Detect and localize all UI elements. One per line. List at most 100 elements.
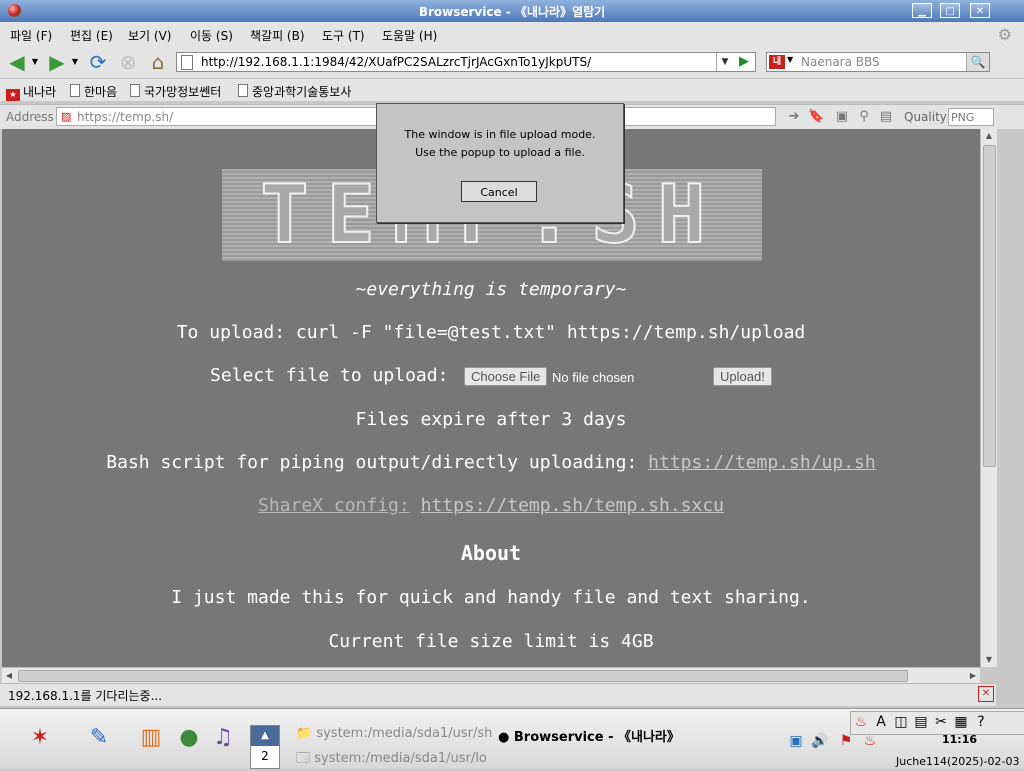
quality-select[interactable]: PNG [948, 108, 994, 126]
address-label: Address [6, 110, 54, 124]
title-bar[interactable]: Browservice - 《내나라》열람기 ▁ □ ✕ [0, 0, 1024, 22]
start-menu-star-icon[interactable]: ✶ [10, 723, 70, 753]
dialog-message-line1: The window is in file upload mode. [404, 128, 596, 141]
search-placeholder: Naenara BBS [801, 55, 880, 69]
clock[interactable]: 11:16 [942, 733, 977, 746]
tray-notes-icon[interactable]: ▤ [911, 712, 931, 732]
menu-go[interactable]: 이동 (S) [190, 27, 233, 44]
forward-arrow-icon[interactable]: ▶ [46, 51, 68, 73]
pager-desktop-number[interactable]: 2 [251, 746, 279, 766]
url-history-dropdown[interactable]: ▼ [716, 53, 733, 71]
file-upload-dialog: The window is in file upload mode. Use t… [376, 103, 624, 223]
tray-ime-icon[interactable]: ◫ [891, 712, 911, 732]
menu-help[interactable]: 도움말 (H) [382, 27, 437, 44]
tagline: ~everything is temporary~ [355, 279, 627, 300]
find-icon[interactable]: ▣ [834, 109, 850, 125]
window-title: Browservice - 《내나라》열람기 [418, 5, 606, 19]
scroll-up-icon[interactable]: ▲ [981, 129, 997, 143]
go-arrow-icon[interactable]: ▶ [735, 53, 753, 71]
bookmark-national-network[interactable]: 국가망정보쎈터 [130, 83, 221, 100]
page-icon [70, 84, 80, 97]
maximize-button[interactable]: □ [940, 3, 960, 18]
minimize-button[interactable]: ▁ [912, 3, 932, 18]
forward-history-dropdown[interactable]: ▼ [70, 51, 80, 73]
search-engine-icon[interactable]: 내 [769, 55, 785, 69]
bookmark-science-tech[interactable]: 중앙과학기술통보사 [238, 83, 351, 100]
expire-notice: Files expire after 3 days [355, 409, 627, 430]
menu-bar: 파일 (F) 편집 (E) 보기 (V) 이동 (S) 책갈피 (B) 도구 (… [0, 22, 1024, 46]
back-history-dropdown[interactable]: ▼ [30, 51, 40, 73]
menu-file[interactable]: 파일 (F) [10, 27, 52, 44]
tray-fire-icon[interactable]: ♨ [851, 712, 871, 732]
tray-calc-icon[interactable]: ▦ [951, 712, 971, 732]
bookmark-naenara[interactable]: ★ 내나라 [6, 83, 56, 101]
horizontal-scroll-thumb[interactable] [18, 670, 908, 682]
size-limit-text: Current file size limit is 4GB [328, 631, 654, 652]
upload-button[interactable]: Upload! [713, 367, 772, 386]
search-box[interactable]: 내 ▼ Naenara BBS 🔍 [766, 52, 990, 72]
navigate-arrow-icon[interactable]: ➔ [786, 109, 802, 125]
bash-script-text: Bash script for piping output/directly u… [106, 452, 638, 473]
menu-tools[interactable]: 도구 (T) [322, 27, 365, 44]
back-arrow-icon[interactable]: ◀ [6, 51, 28, 73]
sharex-label[interactable]: ShareX config: [258, 495, 410, 516]
volume-icon[interactable]: 🔊 [810, 731, 830, 751]
file-manager-icon[interactable]: ▥ [136, 723, 166, 753]
choose-file-button[interactable]: Choose File [464, 367, 548, 386]
security-warning-icon: ▨ [61, 110, 72, 123]
search-engine-dropdown-icon[interactable]: ▼ [787, 55, 793, 64]
page-icon [238, 84, 248, 97]
date: Juche114(2025)-02-03 [896, 755, 1020, 768]
bash-script-link[interactable]: https://temp.sh/up.sh [648, 452, 876, 473]
status-close-icon[interactable]: ✕ [978, 686, 994, 702]
scroll-down-icon[interactable]: ▼ [981, 653, 997, 667]
upload-instructions: To upload: curl -F "file=@test.txt" http… [176, 322, 806, 343]
desktop-pager[interactable]: ▲ 2 [250, 725, 280, 769]
flag-icon[interactable]: ⚑ [836, 731, 856, 751]
search-icon[interactable]: 🔍 [966, 53, 989, 71]
status-text: 192.168.1.1를 기다리는중... [8, 689, 163, 703]
home-icon[interactable]: ⌂ [146, 51, 170, 73]
page-icon [130, 84, 140, 97]
tray-alert-icon[interactable]: ♨ [860, 731, 880, 751]
reload-icon[interactable]: ⟳ [86, 51, 110, 73]
bookmarks-toolbar: ★ 내나라 한마음 국가망정보쎈터 중앙과학기술통보사 [0, 79, 1024, 101]
scroll-right-icon[interactable]: ▶ [966, 668, 980, 684]
pager-current-desktop[interactable]: ▲ [251, 726, 279, 746]
url-text: http://192.168.1.1:1984/42/XUafPC2SALzrc… [201, 55, 592, 69]
tray-font-icon[interactable]: A [871, 712, 891, 732]
horizontal-scrollbar[interactable]: ◀ ▶ [2, 667, 980, 684]
navigation-toolbar: ◀ ▼ ▶ ▼ ⟳ ⊗ ⌂ http://192.168.1.1:1984/42… [0, 46, 1024, 78]
page-icon [181, 55, 193, 70]
tray-tools-icon[interactable]: ✂ [931, 712, 951, 732]
status-bar: 192.168.1.1를 기다리는중... ✕ [0, 683, 996, 706]
menu-bookmarks[interactable]: 책갈피 (B) [250, 27, 305, 44]
clipboard-icon[interactable]: ▤ [878, 109, 894, 125]
cancel-button[interactable]: Cancel [461, 181, 537, 202]
binoculars-icon[interactable]: ⚲ [856, 109, 872, 125]
bash-script-line: Bash script for piping output/directly u… [2, 452, 980, 473]
throbber-gear-icon: ⚙ [997, 25, 1012, 44]
network-icon[interactable]: ▣ [786, 731, 806, 751]
vertical-scrollbar[interactable]: ▲ ▼ [980, 129, 997, 667]
menu-edit[interactable]: 편집 (E) [70, 27, 113, 44]
bookmark-icon[interactable]: 🔖 [808, 109, 824, 125]
select-file-label: Select file to upload: [210, 365, 449, 386]
stop-icon[interactable]: ⊗ [116, 51, 140, 73]
task-browservice[interactable]: ● Browservice - 《내나라》 [498, 726, 680, 745]
browser-globe-icon[interactable]: ● [174, 723, 204, 753]
url-bar[interactable]: http://192.168.1.1:1984/42/XUafPC2SALzrc… [176, 52, 756, 72]
vertical-scroll-thumb[interactable] [983, 145, 996, 467]
bookmark-hanmaeum[interactable]: 한마음 [70, 83, 117, 100]
text-editor-icon[interactable]: ✎ [84, 723, 114, 753]
media-player-icon[interactable]: ♫ [208, 723, 238, 753]
tray-help-icon[interactable]: ? [971, 712, 991, 732]
task-folder-sh[interactable]: 📁 system:/media/sda1/usr/sh [296, 726, 492, 741]
sharex-line: ShareX config: https://temp.sh/temp.sh.s… [2, 495, 980, 516]
dialog-message-line2: Use the popup to upload a file. [415, 146, 585, 159]
about-heading: About [460, 541, 522, 565]
close-button[interactable]: ✕ [970, 3, 990, 18]
scroll-left-icon[interactable]: ◀ [2, 668, 16, 684]
menu-view[interactable]: 보기 (V) [128, 27, 171, 44]
sharex-link[interactable]: https://temp.sh/temp.sh.sxcu [421, 495, 724, 516]
